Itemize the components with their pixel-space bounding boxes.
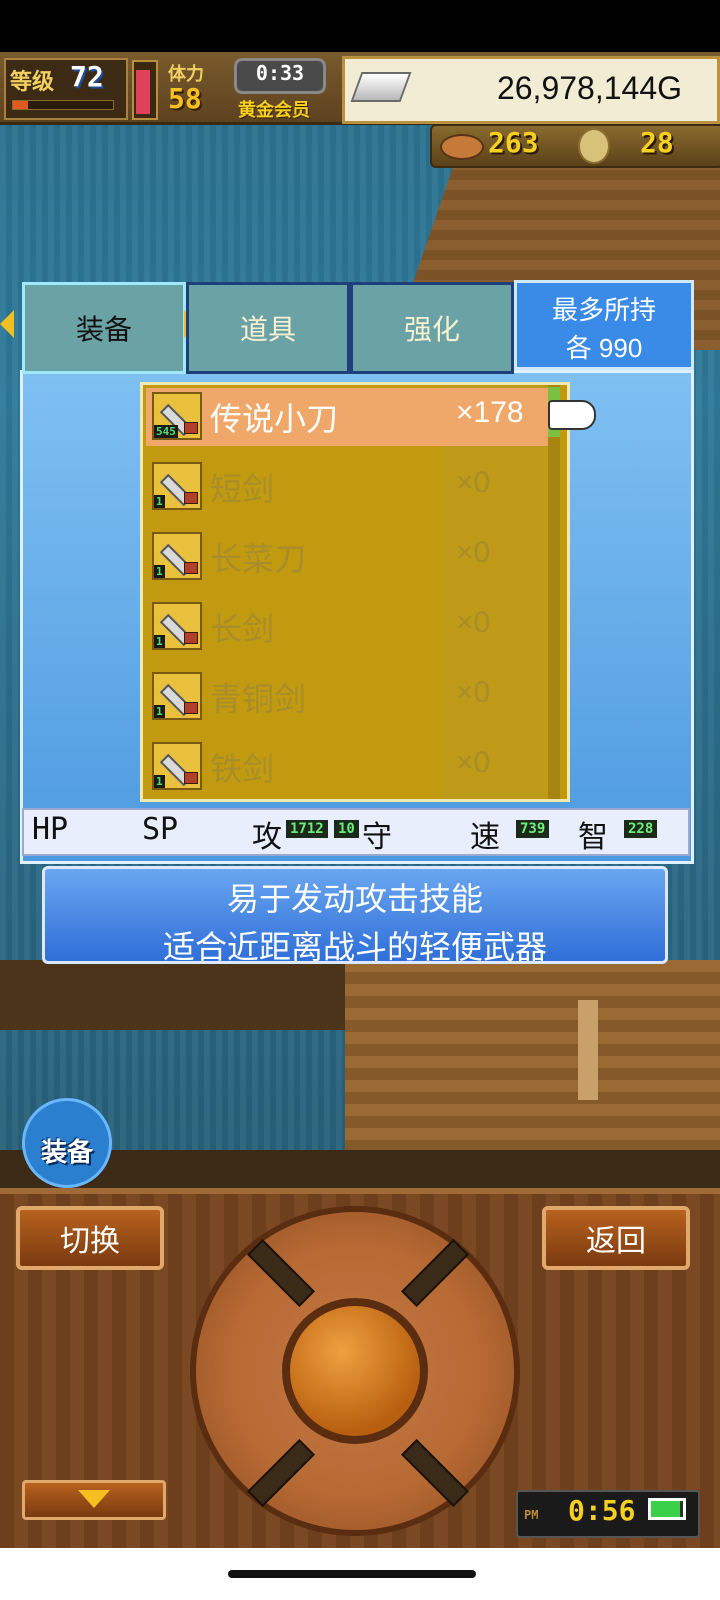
quantity-column [442, 385, 548, 799]
item-quantity: ×0 [456, 746, 491, 779]
intelligence-label: 智 [578, 820, 608, 855]
list-item[interactable]: 545 传说小刀 ×178 [146, 388, 548, 446]
sword-icon: 1 [152, 462, 202, 510]
meat-icon [440, 134, 484, 160]
item-level: 1 [154, 565, 165, 578]
battery-fill [651, 1501, 680, 1517]
hp-label: HP [32, 812, 69, 847]
description-line-2: 适合近距离战斗的轻便武器 [162, 929, 547, 965]
equip-menu-label: 装备 [40, 1137, 93, 1167]
back-button[interactable]: 返回 [542, 1206, 690, 1270]
stamina-gauge-fill [136, 69, 150, 114]
down-arrow-icon [78, 1490, 110, 1508]
item-name: 铁剑 [210, 751, 275, 787]
list-item[interactable]: 1 铁剑 ×0 [146, 738, 548, 796]
item-level: 1 [154, 495, 165, 508]
item-level: 1 [154, 705, 165, 718]
ship-mast [578, 1000, 598, 1100]
tab-items[interactable]: 道具 [186, 282, 350, 374]
sword-icon: 545 [152, 392, 202, 440]
attack-value: 1712 [286, 820, 328, 838]
defense-label: 守 [362, 820, 392, 855]
item-level: 1 [154, 635, 165, 648]
sword-icon: 1 [152, 602, 202, 650]
level-value: 72 [70, 60, 104, 93]
description-line-1: 易于发动攻击技能 [226, 881, 483, 917]
item-name: 青铜剑 [210, 681, 307, 717]
speed-value: 739 [516, 820, 550, 838]
item-quantity: ×0 [456, 606, 491, 639]
sword-icon: 1 [152, 532, 202, 580]
sword-icon: 1 [152, 672, 202, 720]
sword-icon: 1 [152, 742, 202, 790]
exp-bar-fill [13, 101, 28, 109]
confirm-button[interactable] [282, 1298, 428, 1444]
item-level: 1 [154, 775, 165, 788]
level-label: 等级 [10, 70, 55, 95]
gold-amount: 26,978,144G [496, 70, 682, 106]
pointer-hand-icon [548, 400, 596, 430]
item-name: 长菜刀 [210, 541, 307, 577]
timer: 0:33 [255, 61, 305, 85]
item-quantity: ×0 [456, 536, 491, 569]
attack-label: 攻 [252, 820, 282, 855]
item-name: 传说小刀 [210, 401, 339, 437]
item-level: 545 [154, 425, 178, 438]
membership-badge: 黄金会员 [238, 100, 310, 121]
stamina-value: 58 [168, 82, 202, 115]
tab-equipment[interactable]: 装备 [22, 282, 186, 374]
clock-time: 0:56 [568, 1494, 636, 1527]
clock-ampm: PM [524, 1508, 539, 1522]
ship-hull [0, 960, 345, 1030]
item-quantity: ×0 [456, 676, 491, 709]
list-item[interactable]: 1 青铜剑 ×0 [146, 668, 548, 726]
medal-icon [578, 128, 610, 164]
medal-count: 28 [640, 126, 674, 159]
list-item[interactable]: 1 长剑 ×0 [146, 598, 548, 656]
item-name: 长剑 [210, 611, 275, 647]
list-scrollbar[interactable] [548, 385, 560, 799]
intelligence-value: 228 [624, 820, 658, 838]
item-quantity: ×178 [456, 396, 524, 429]
item-name: 短剑 [210, 471, 275, 507]
item-quantity: ×0 [456, 466, 491, 499]
home-indicator[interactable] [228, 1570, 476, 1578]
tab-enhance[interactable]: 强化 [350, 282, 514, 374]
list-item[interactable]: 1 短剑 ×0 [146, 458, 548, 516]
tab-prev-arrow-icon[interactable] [0, 310, 14, 338]
list-item[interactable]: 1 长菜刀 ×0 [146, 528, 548, 586]
capacity-info: 最多所持 各 990 [514, 280, 694, 370]
capacity-line1: 最多所持 [551, 295, 656, 325]
sp-label: SP [142, 812, 179, 847]
capacity-line2: 各 990 [565, 333, 643, 363]
switch-button[interactable]: 切换 [16, 1206, 164, 1270]
defense-value: 10 [334, 820, 359, 838]
speed-label: 速 [470, 820, 500, 855]
food-count: 263 [488, 126, 539, 159]
